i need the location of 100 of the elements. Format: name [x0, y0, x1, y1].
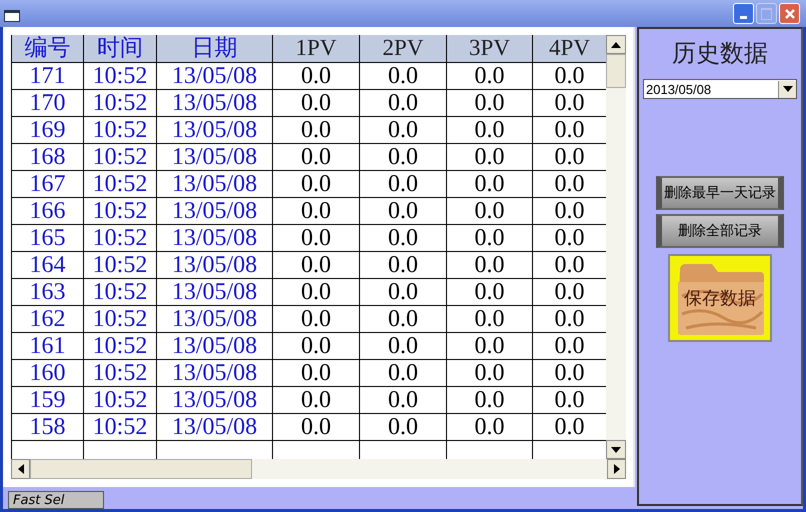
- delete-button[interactable]: 删除最早一天记录: [656, 176, 784, 210]
- table-cell: 13/05/08: [156, 252, 272, 278]
- table-cell: 0.0: [272, 90, 359, 116]
- delete-button[interactable]: 删除全部记录: [656, 214, 784, 248]
- table-cell: 0.0: [272, 171, 359, 197]
- table-cell: 0.0: [446, 414, 532, 440]
- table-cell: 0.0: [272, 306, 359, 332]
- window-icon: [4, 10, 20, 22]
- table-cell: 0.0: [359, 414, 446, 440]
- table-cell: 0.0: [272, 333, 359, 359]
- table-cell: 162: [11, 306, 83, 332]
- panel-title: 历史数据: [672, 38, 768, 69]
- folder-icon: [676, 262, 766, 336]
- table-cell: 0.0: [359, 117, 446, 143]
- horizontal-scrollbar[interactable]: [11, 459, 626, 479]
- table-cell: 0.0: [446, 171, 532, 197]
- close-button[interactable]: [779, 3, 800, 24]
- table-cell: 0.0: [446, 387, 532, 413]
- table-cell: 10:52: [83, 387, 156, 413]
- table-cell: 10:52: [83, 333, 156, 359]
- column-header: 时间: [83, 35, 156, 62]
- table-cell: 163: [11, 279, 83, 305]
- vertical-scrollbar[interactable]: [606, 35, 626, 459]
- table-cell: 10:52: [83, 360, 156, 386]
- table-cell: 0.0: [272, 117, 359, 143]
- table-cell: 13/05/08: [156, 279, 272, 305]
- table-cell: 0.0: [359, 333, 446, 359]
- table-cell: 0.0: [446, 333, 532, 359]
- table-cell: 0.0: [446, 90, 532, 116]
- scroll-down-icon[interactable]: [606, 440, 626, 459]
- table-cell: 0.0: [359, 171, 446, 197]
- table-cell: 160: [11, 360, 83, 386]
- table-cell: 13/05/08: [156, 387, 272, 413]
- scroll-right-icon[interactable]: [607, 459, 626, 479]
- table-cell: 0.0: [446, 144, 532, 170]
- table-cell: 0.0: [359, 360, 446, 386]
- table-cell: 0.0: [272, 252, 359, 278]
- table-cell: 0.0: [446, 360, 532, 386]
- fast-select-tab[interactable]: Fast Sel: [8, 491, 104, 509]
- table-cell: 170: [11, 90, 83, 116]
- table-cell: 10:52: [83, 225, 156, 251]
- table-cell: 0.0: [272, 144, 359, 170]
- table-cell: 13/05/08: [156, 63, 272, 89]
- table-cell: 10:52: [83, 306, 156, 332]
- table-cell: 0.0: [446, 117, 532, 143]
- table-cell: 0.0: [446, 252, 532, 278]
- table-cell: 13/05/08: [156, 90, 272, 116]
- table-cell: 13/05/08: [156, 306, 272, 332]
- table-cell: 0.0: [359, 306, 446, 332]
- table-cell: 0.0: [272, 414, 359, 440]
- table-cell: 10:52: [83, 117, 156, 143]
- table-cell: 10:52: [83, 63, 156, 89]
- table-cell: 0.0: [272, 63, 359, 89]
- table-cell: 0.0: [359, 252, 446, 278]
- table-cell: 0.0: [446, 225, 532, 251]
- column-header: 日期: [156, 35, 272, 62]
- date-dropdown[interactable]: 2013/05/08: [643, 79, 797, 99]
- table-cell: 161: [11, 333, 83, 359]
- table-cell: 0.0: [446, 63, 532, 89]
- table-cell: 13/05/08: [156, 171, 272, 197]
- column-header: 3PV: [446, 35, 532, 62]
- table-cell: 13/05/08: [156, 414, 272, 440]
- table-cell: 158: [11, 414, 83, 440]
- table-cell: 10:52: [83, 198, 156, 224]
- table-cell: 169: [11, 117, 83, 143]
- table-cell: 0.0: [359, 279, 446, 305]
- scroll-thumb[interactable]: [606, 54, 626, 88]
- column-header: 1PV: [272, 35, 359, 62]
- table-cell: 0.0: [359, 144, 446, 170]
- table-cell: 0.0: [446, 279, 532, 305]
- table-cell: 10:52: [83, 414, 156, 440]
- table-cell: 0.0: [359, 225, 446, 251]
- table-cell: 13/05/08: [156, 144, 272, 170]
- table-cell: 13/05/08: [156, 117, 272, 143]
- table-cell: 166: [11, 198, 83, 224]
- table-cell: 0.0: [272, 387, 359, 413]
- table-cell: 13/05/08: [156, 360, 272, 386]
- table-cell: 0.0: [446, 306, 532, 332]
- table-cell: 10:52: [83, 171, 156, 197]
- save-button[interactable]: 保存数据: [668, 254, 772, 342]
- table-cell: 159: [11, 387, 83, 413]
- table-cell: 0.0: [359, 198, 446, 224]
- table-cell: 13/05/08: [156, 225, 272, 251]
- table-cell: 0.0: [272, 279, 359, 305]
- table-cell: 0.0: [272, 198, 359, 224]
- table-cell: 0.0: [359, 387, 446, 413]
- minimize-button[interactable]: [733, 3, 754, 24]
- close-icon[interactable]: [784, 8, 796, 20]
- scroll-up-icon[interactable]: [606, 35, 626, 54]
- scroll-thumb[interactable]: [30, 459, 252, 479]
- table-cell: 167: [11, 171, 83, 197]
- table-cell: 0.0: [359, 63, 446, 89]
- table-cell: 171: [11, 63, 83, 89]
- table-cell: 165: [11, 225, 83, 251]
- table-cell: 0.0: [272, 360, 359, 386]
- scroll-left-icon[interactable]: [11, 459, 30, 479]
- table-cell: 0.0: [446, 198, 532, 224]
- table-cell: 164: [11, 252, 83, 278]
- column-header: 2PV: [359, 35, 446, 62]
- table-cell: 13/05/08: [156, 333, 272, 359]
